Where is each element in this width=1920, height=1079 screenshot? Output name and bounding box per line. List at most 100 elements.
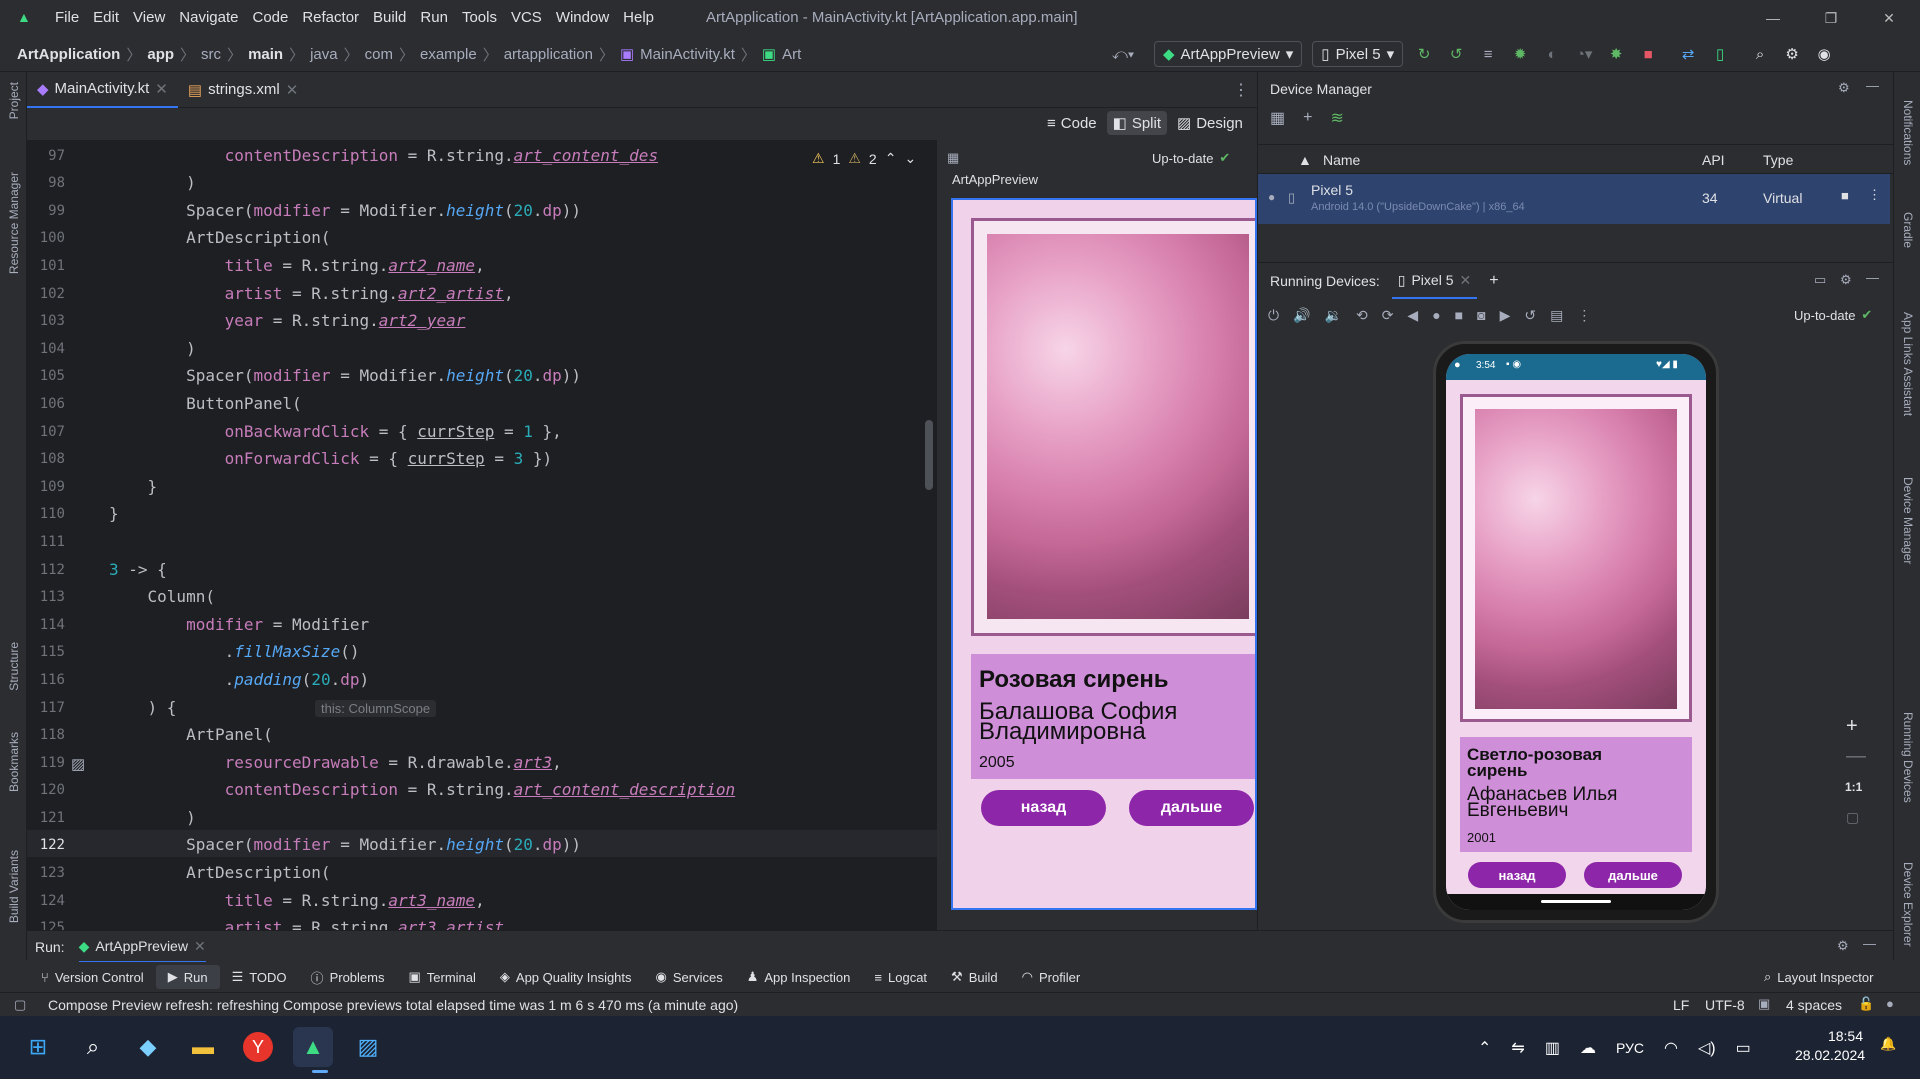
device-row-pixel5[interactable]: ● ▯ Pixel 5 Android 14.0 ("UpsideDownCak… — [1258, 174, 1890, 224]
panel-toggle-icon[interactable]: ▢ — [14, 997, 26, 1013]
tab-strings-xml[interactable]: ▤ strings.xml ✕ — [178, 72, 308, 108]
resource-manager-tool-button[interactable]: Resource Manager — [7, 172, 21, 274]
crumb-project[interactable]: ArtApplication — [14, 46, 123, 63]
sort-up-icon[interactable]: ▲ — [1298, 152, 1312, 168]
power-icon[interactable]: ⏻ — [1268, 307, 1279, 324]
back-button[interactable]: назад — [981, 790, 1106, 826]
phone-back-button[interactable]: назад — [1468, 862, 1566, 888]
tool-services[interactable]: ◉ Services — [644, 969, 735, 985]
rotate-right-icon[interactable]: ⟳ — [1382, 307, 1394, 324]
menu-refactor[interactable]: Refactor — [295, 0, 366, 36]
settings-gear-icon[interactable]: ⚙ — [1837, 938, 1849, 954]
attach-debugger-icon[interactable]: ◐ — [1541, 43, 1563, 65]
tool-app-inspection[interactable]: ♟ App Inspection — [735, 969, 863, 985]
yandex-browser-icon[interactable]: Y — [243, 1032, 273, 1062]
device-manager-tool-button[interactable]: Device Manager — [1901, 477, 1915, 564]
volume-icon[interactable]: ◁) — [1698, 1038, 1716, 1058]
debug-bug-icon[interactable]: ✸ — [1605, 43, 1627, 65]
project-tool-button[interactable]: Project — [7, 82, 21, 119]
hide-icon[interactable]: — — [1866, 270, 1879, 285]
search-icon[interactable]: ⌕ — [1749, 43, 1771, 65]
crumb-function[interactable]: Art — [779, 46, 804, 63]
photos-icon[interactable]: ▨ — [348, 1027, 388, 1067]
running-devices-tool-button[interactable]: Running Devices — [1901, 712, 1915, 803]
col-name[interactable]: Name — [1323, 152, 1360, 168]
file-explorer-icon[interactable]: ▬ — [183, 1027, 223, 1067]
crumb-package[interactable]: artapplication — [501, 46, 596, 63]
home-icon[interactable]: ● — [1432, 307, 1440, 323]
tool-app-quality[interactable]: ◈ App Quality Insights — [488, 969, 644, 985]
menu-vcs[interactable]: VCS — [504, 0, 549, 36]
more-options-icon[interactable]: ⋮ — [1577, 307, 1591, 324]
tray-settings-icon[interactable]: ⇋ — [1511, 1038, 1524, 1058]
reset-icon[interactable]: ↺ — [1524, 307, 1536, 324]
android-studio-taskbar-icon[interactable]: ▲ — [293, 1027, 333, 1067]
menu-view[interactable]: View — [126, 0, 172, 36]
device-selector[interactable]: ▯ Pixel 5 ▾ — [1312, 41, 1404, 67]
wifi-icon[interactable]: ◠ — [1664, 1038, 1678, 1058]
chevron-up-icon[interactable]: ⌃ — [885, 150, 897, 167]
code-editor[interactable]: 97 98 99 100 101 102 103 104 105 106 107… — [27, 140, 937, 930]
phone-screen[interactable]: ● 3:54 ▪ ◉ ♥◢ ▮ Светло-розовая сирень Аф… — [1446, 354, 1706, 910]
volume-down-icon[interactable]: 🔉 — [1325, 307, 1342, 324]
tool-profiler[interactable]: ◠ Profiler — [1010, 969, 1093, 985]
col-api[interactable]: API — [1702, 152, 1725, 168]
crumb-example[interactable]: example — [417, 46, 480, 63]
build-variants-tool-button[interactable]: Build Variants — [7, 850, 21, 923]
zoom-actual-button[interactable]: 1:1 — [1845, 780, 1862, 794]
image-gutter-icon[interactable]: ▨ — [71, 755, 85, 773]
device-manager-icon[interactable]: ▯ — [1709, 43, 1731, 65]
code-mode-button[interactable]: ≡ Code — [1041, 112, 1103, 135]
clock[interactable]: 18:54 28.02.2024 — [1795, 1028, 1865, 1063]
chevron-up-icon[interactable]: ⌃ — [1478, 1038, 1491, 1058]
maximize-icon[interactable]: ▭ — [1814, 272, 1826, 288]
tool-problems[interactable]: ⓘ Problems — [299, 968, 397, 987]
vcs-arrow-icon[interactable]: ⤺▾ — [1112, 43, 1134, 65]
menu-help[interactable]: Help — [616, 0, 661, 36]
record-icon[interactable]: ▶ — [1500, 307, 1511, 324]
settings-gear-icon[interactable]: ⚙ — [1781, 43, 1803, 65]
add-icon[interactable]: + — [1303, 109, 1312, 127]
crumb-app[interactable]: app — [144, 46, 177, 63]
more-options-icon[interactable]: ⋮ — [1233, 80, 1249, 100]
hide-icon[interactable]: — — [1866, 78, 1879, 93]
crumb-src[interactable]: src — [198, 46, 224, 63]
hide-icon[interactable]: — — [1863, 936, 1876, 951]
debug-icon[interactable]: ✹ — [1509, 43, 1531, 65]
readonly-icon[interactable]: ▣ — [1758, 996, 1770, 1012]
crumb-main[interactable]: main — [245, 46, 286, 63]
bookmarks-tool-button[interactable]: Bookmarks — [7, 732, 21, 792]
close-icon[interactable]: ✕ — [194, 938, 206, 955]
apply-code-changes-icon[interactable]: ↺ — [1445, 43, 1467, 65]
zoom-out-icon[interactable]: — — [1846, 745, 1866, 768]
editor-scrollbar[interactable] — [925, 420, 933, 490]
maximize-button[interactable]: ❐ — [1808, 0, 1854, 36]
home-gesture-bar[interactable] — [1541, 900, 1611, 903]
search-icon[interactable]: ⌕ — [73, 1027, 113, 1067]
sync-gradle-icon[interactable]: ⇄ — [1677, 43, 1699, 65]
overview-icon[interactable]: ■ — [1455, 307, 1463, 323]
profile-icon[interactable]: ◔▾ — [1573, 43, 1595, 65]
wifi-pair-icon[interactable]: ≋ — [1330, 108, 1343, 128]
menu-edit[interactable]: Edit — [86, 0, 126, 36]
app-links-tool-button[interactable]: App Links Assistant — [1901, 312, 1915, 416]
tab-pixel5[interactable]: ▯ Pixel 5 ✕ — [1391, 263, 1478, 299]
notification-bell-icon[interactable]: 🔔 — [1880, 1036, 1896, 1052]
tool-version-control[interactable]: ⑂ Version Control — [27, 970, 156, 985]
preview-surface[interactable]: Розовая сирень Балашова София Владимиров… — [951, 198, 1257, 910]
copilot-icon[interactable]: ◆ — [128, 1027, 168, 1067]
menu-tools[interactable]: Tools — [455, 0, 504, 36]
split-mode-button[interactable]: ◧ Split — [1106, 111, 1167, 135]
volume-up-icon[interactable]: 🔊 — [1293, 307, 1310, 324]
file-encoding[interactable]: UTF-8 — [1705, 997, 1745, 1013]
line-separator[interactable]: LF — [1673, 997, 1689, 1013]
more-options-icon[interactable]: ⋮ — [1868, 187, 1881, 203]
crumb-com[interactable]: com — [362, 46, 396, 63]
gradle-tool-button[interactable]: Gradle — [1901, 212, 1915, 248]
design-mode-button[interactable]: ▨ Design — [1171, 111, 1249, 135]
preview-layout-icon[interactable]: ▦ — [947, 150, 959, 166]
menu-navigate[interactable]: Navigate — [172, 0, 245, 36]
crumb-file[interactable]: MainActivity.kt — [637, 46, 738, 63]
menu-file[interactable]: File — [48, 0, 86, 36]
chevron-down-icon[interactable]: ⌄ — [904, 150, 916, 167]
